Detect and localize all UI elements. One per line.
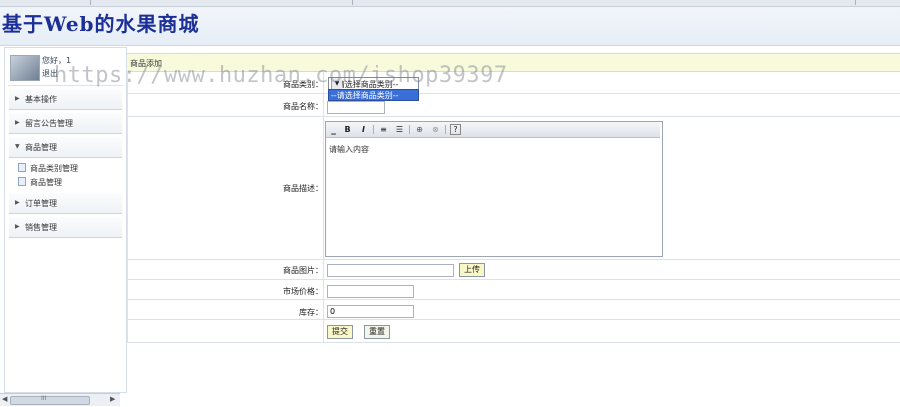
row-image: 商品图片：: [127, 260, 900, 280]
chevron-right-icon: ▶: [15, 119, 20, 126]
help-icon[interactable]: ?: [450, 124, 461, 135]
stock-label: 库存：: [299, 308, 323, 317]
sidebar-group-label: 订单管理: [25, 199, 57, 208]
form-header: 商品添加: [127, 53, 900, 72]
reset-button[interactable]: 重置: [364, 325, 390, 339]
toolbar-separator: [409, 125, 410, 134]
sidebar-group-products[interactable]: ▼ 商品管理: [9, 137, 122, 158]
market-price-input[interactable]: [327, 285, 414, 298]
product-name-input[interactable]: [327, 101, 385, 114]
sidebar-group-label: 基本操作: [25, 95, 57, 104]
stock-input[interactable]: [327, 305, 414, 318]
horizontal-scrollbar[interactable]: ◀ III ▶: [0, 393, 120, 406]
row-actions: [127, 320, 900, 343]
name-label: 商品名称：: [283, 102, 323, 111]
page-title: 基于Web的水果商城: [2, 12, 200, 36]
unordered-list-icon[interactable]: ☰: [394, 124, 405, 135]
chevron-right-icon: ▶: [15, 199, 20, 206]
image-path-input[interactable]: [327, 264, 454, 277]
row-stock: 库存：: [127, 300, 900, 320]
scroll-right-icon[interactable]: ▶: [110, 395, 115, 403]
sidebar-group-label: 销售管理: [25, 223, 57, 232]
form-header-title: 商品添加: [130, 59, 162, 68]
page-icon: [18, 177, 26, 186]
sidebar-group-orders[interactable]: ▶ 订单管理: [9, 193, 122, 214]
editor-placeholder: 请输入内容: [329, 145, 369, 154]
category-label: 商品类别：: [283, 80, 323, 89]
sidebar-group-sales[interactable]: ▶ 销售管理: [9, 217, 122, 238]
upload-button[interactable]: 上传: [459, 263, 485, 277]
sidebar-item-category-manage[interactable]: 商品类别管理: [18, 163, 78, 174]
scroll-left-icon[interactable]: ◀: [2, 395, 7, 403]
bold-button[interactable]: B: [342, 124, 353, 135]
row-category: 商品类别：: [127, 71, 900, 94]
image-label: 商品图片：: [283, 266, 323, 275]
chevron-down-icon: ▼: [15, 143, 20, 150]
unlink-icon[interactable]: ⊗: [430, 124, 441, 135]
chevron-right-icon: ▶: [15, 95, 20, 102]
browser-tab-strip: [0, 0, 900, 7]
sidebar-group-basic[interactable]: ▶ 基本操作: [9, 89, 122, 110]
sidebar-item-product-manage[interactable]: 商品管理: [18, 177, 62, 188]
italic-button[interactable]: I: [358, 124, 369, 135]
avatar: [10, 55, 40, 81]
sidebar-group-messages[interactable]: ▶ 留言公告管理: [9, 113, 122, 134]
toolbar-separator: [373, 125, 374, 134]
toolbar-separator: [445, 125, 446, 134]
toolbar-grip-icon: ▁: [331, 128, 336, 135]
sidebar-group-label: 商品管理: [25, 143, 57, 152]
scrollbar-thumb[interactable]: III: [10, 395, 90, 405]
ordered-list-icon[interactable]: ≡: [378, 124, 389, 135]
chevron-down-icon[interactable]: ▼: [331, 78, 342, 89]
user-greeting: 您好，1: [42, 56, 72, 65]
market-price-label: 市场价格：: [283, 287, 323, 296]
submit-button[interactable]: 提交: [327, 325, 353, 339]
chevron-right-icon: ▶: [15, 223, 20, 230]
page-icon: [18, 163, 26, 172]
logout-link[interactable]: 退出: [42, 68, 58, 79]
link-icon[interactable]: ⊕: [414, 124, 425, 135]
row-name: 商品名称：: [127, 94, 900, 117]
description-label: 商品描述：: [283, 184, 323, 193]
description-editor[interactable]: [325, 121, 663, 257]
sidebar-group-label: 留言公告管理: [25, 119, 73, 128]
editor-toolbar: [326, 122, 660, 138]
row-market-price: 市场价格：: [127, 280, 900, 300]
